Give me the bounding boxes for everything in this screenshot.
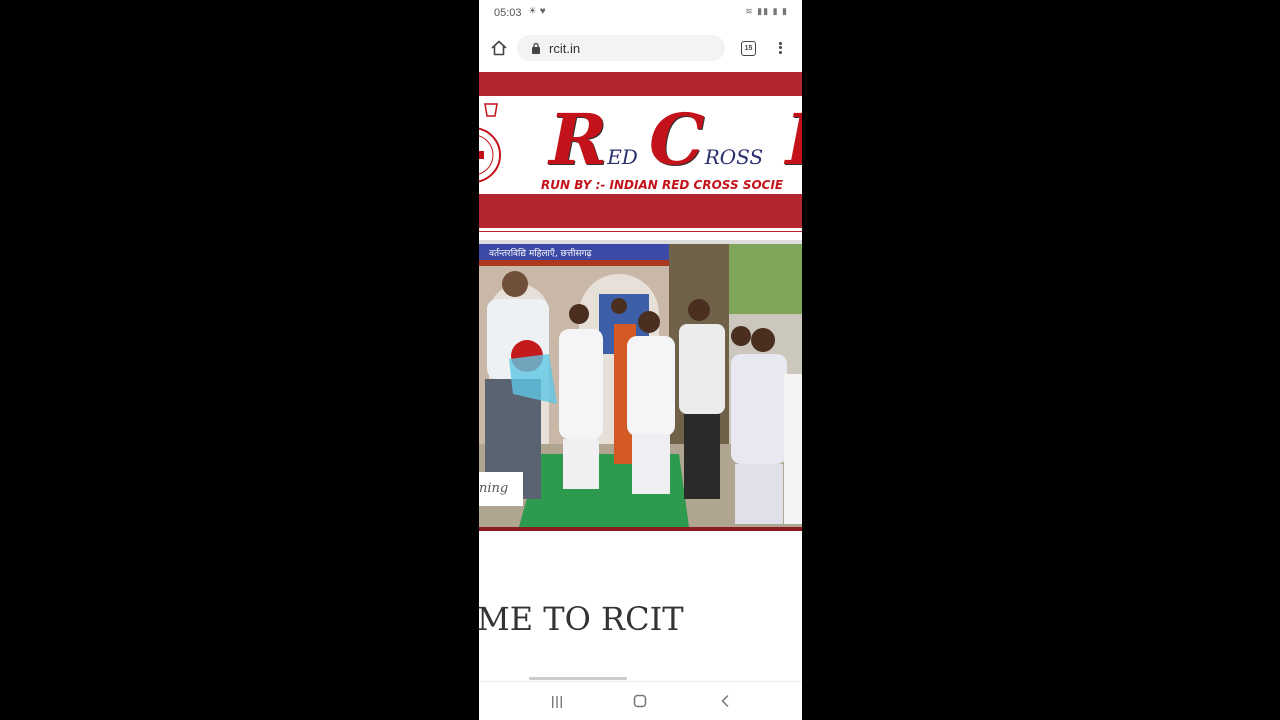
site-tagline: RUN BY :- INDIAN RED CROSS SOCIE [541,178,784,192]
status-bar: 05:03 ☀ ♥ ≋ ▮▮ ▮ ▮ [479,0,802,26]
tab-switcher-button[interactable]: 15 [741,41,756,56]
slide-caption: ning [479,472,523,506]
notification-icons: ☀ ♥ [528,6,546,17]
site-logo-text[interactable]: RED CROSS I [549,98,802,181]
welcome-heading: ME TO RCIT [479,600,684,638]
brand-c: C [648,98,705,181]
header-bottom-band [479,194,802,228]
recent-apps-icon[interactable] [550,695,564,709]
slider-bottom-border [479,527,802,531]
brand-next-letter: I [785,98,802,181]
address-bar[interactable]: rcit.in [517,35,725,61]
brand-r: R [549,98,608,181]
lock-icon [532,42,540,54]
url-text: rcit.in [549,41,581,56]
status-time: 05:03 [494,7,522,19]
phone-screen: 05:03 ☀ ♥ ≋ ▮▮ ▮ ▮ rcit.in 15 RED CROSS [479,0,802,720]
header-divider [479,231,802,232]
building-banner-text: वर्तन्तरविद्यि महिलाएँ, छत्तीसगढ़ [489,247,593,259]
site-header: RED CROSS I RUN BY :- INDIAN RED CROSS S… [479,70,802,232]
signal-battery-icons: ≋ ▮▮ ▮ ▮ [745,6,788,16]
scroll-indicator [529,677,627,680]
brand-ross: ROSS [704,145,764,169]
brand-ed: ED [607,145,638,169]
red-cross-emblem [479,103,501,183]
photo-slider[interactable]: वर्तन्तरविद्यि महिलाएँ, छत्तीसगढ़ ning [479,240,802,527]
android-nav-bar [479,681,802,720]
slide-caption-text: ning [479,481,509,496]
browser-toolbar: rcit.in 15 [479,26,802,70]
header-top-band [479,72,802,96]
overflow-menu-icon[interactable] [773,40,787,56]
home-icon[interactable] [489,38,509,58]
slide-photo: वर्तन्तरविद्यि महिलाएँ, छत्तीसगढ़ [479,244,802,527]
home-nav-icon[interactable] [633,694,647,708]
back-icon[interactable] [719,694,733,708]
